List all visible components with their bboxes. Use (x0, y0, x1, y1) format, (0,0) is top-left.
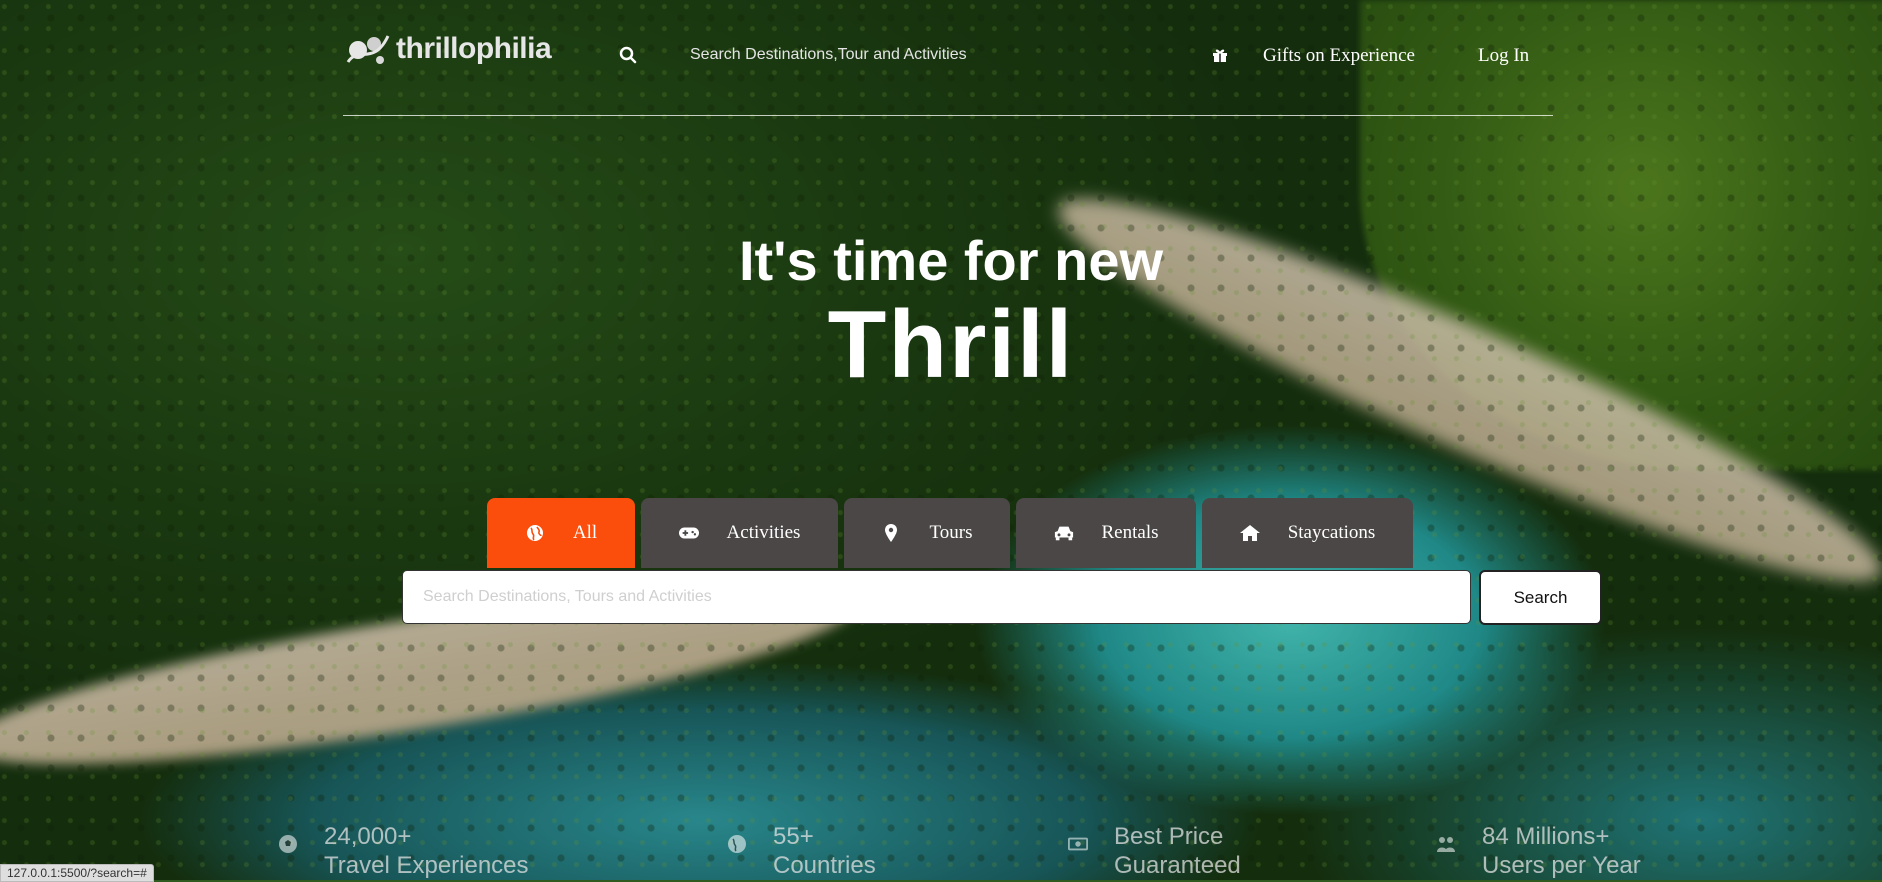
tab-all[interactable]: All (487, 498, 635, 568)
money-icon (1068, 837, 1088, 851)
search-icon[interactable] (619, 46, 637, 64)
tab-label: Staycations (1287, 522, 1376, 543)
login-link[interactable]: Log In (1478, 45, 1529, 67)
stat-experiences: 24,000+ Travel Experiences (278, 822, 529, 880)
stat-users: 84 Millions+ Users per Year (1436, 822, 1641, 880)
gamepad-icon (678, 523, 699, 543)
tab-label: Rentals (1101, 522, 1159, 543)
stat-value: 84 Millions+ (1482, 823, 1610, 850)
stat-label: Guaranteed (1114, 852, 1241, 879)
tab-label: All (572, 522, 598, 543)
site-header: thrillophilia Search Destinations,Tour a… (0, 0, 1882, 116)
header-search-input[interactable]: Search Destinations,Tour and Activities (690, 46, 967, 64)
soccer-ball-icon (279, 835, 297, 853)
header-divider (343, 115, 1553, 116)
tab-label: Activities (726, 522, 801, 543)
stat-value: 24,000+ (324, 823, 412, 850)
tab-label: Tours (929, 522, 973, 543)
stat-label: Travel Experiences (324, 852, 529, 879)
search-button[interactable]: Search (1479, 570, 1602, 625)
hero-tagline: It's time for new (738, 229, 1164, 292)
stat-best-price: Best Price Guaranteed (1068, 822, 1241, 880)
car-icon (1054, 523, 1074, 543)
logo[interactable]: thrillophilia (344, 26, 552, 72)
globe-icon (525, 523, 545, 543)
logo-mark-icon (346, 35, 390, 64)
tab-rentals[interactable]: Rentals (1016, 498, 1196, 568)
stat-value: 55+ (773, 823, 814, 850)
hero-headline: Thrill (827, 291, 1075, 398)
stat-label: Countries (773, 852, 876, 879)
gift-icon (1213, 49, 1227, 62)
main-search-input[interactable] (402, 570, 1471, 624)
background-overlay (0, 0, 1882, 880)
stat-countries: 55+ Countries (727, 822, 876, 880)
home-icon (1239, 523, 1260, 543)
tab-tours[interactable]: Tours (844, 498, 1010, 568)
stat-label: Users per Year (1482, 852, 1641, 879)
hero-background (0, 0, 1882, 880)
stat-value: Best Price (1114, 823, 1224, 850)
category-tabs: All Activities Tours Rentals Staycations (487, 498, 1413, 568)
gifts-on-experience-link[interactable]: Gifts on Experience (1263, 45, 1415, 67)
map-pin-icon (881, 523, 901, 543)
tab-activities[interactable]: Activities (641, 498, 838, 568)
browser-status-url: 127.0.0.1:5500/?search=# (0, 864, 154, 882)
tab-staycations[interactable]: Staycations (1202, 498, 1413, 568)
logo-text: thrillophilia (396, 32, 552, 65)
globe-icon (728, 835, 746, 853)
users-icon (1437, 837, 1455, 852)
